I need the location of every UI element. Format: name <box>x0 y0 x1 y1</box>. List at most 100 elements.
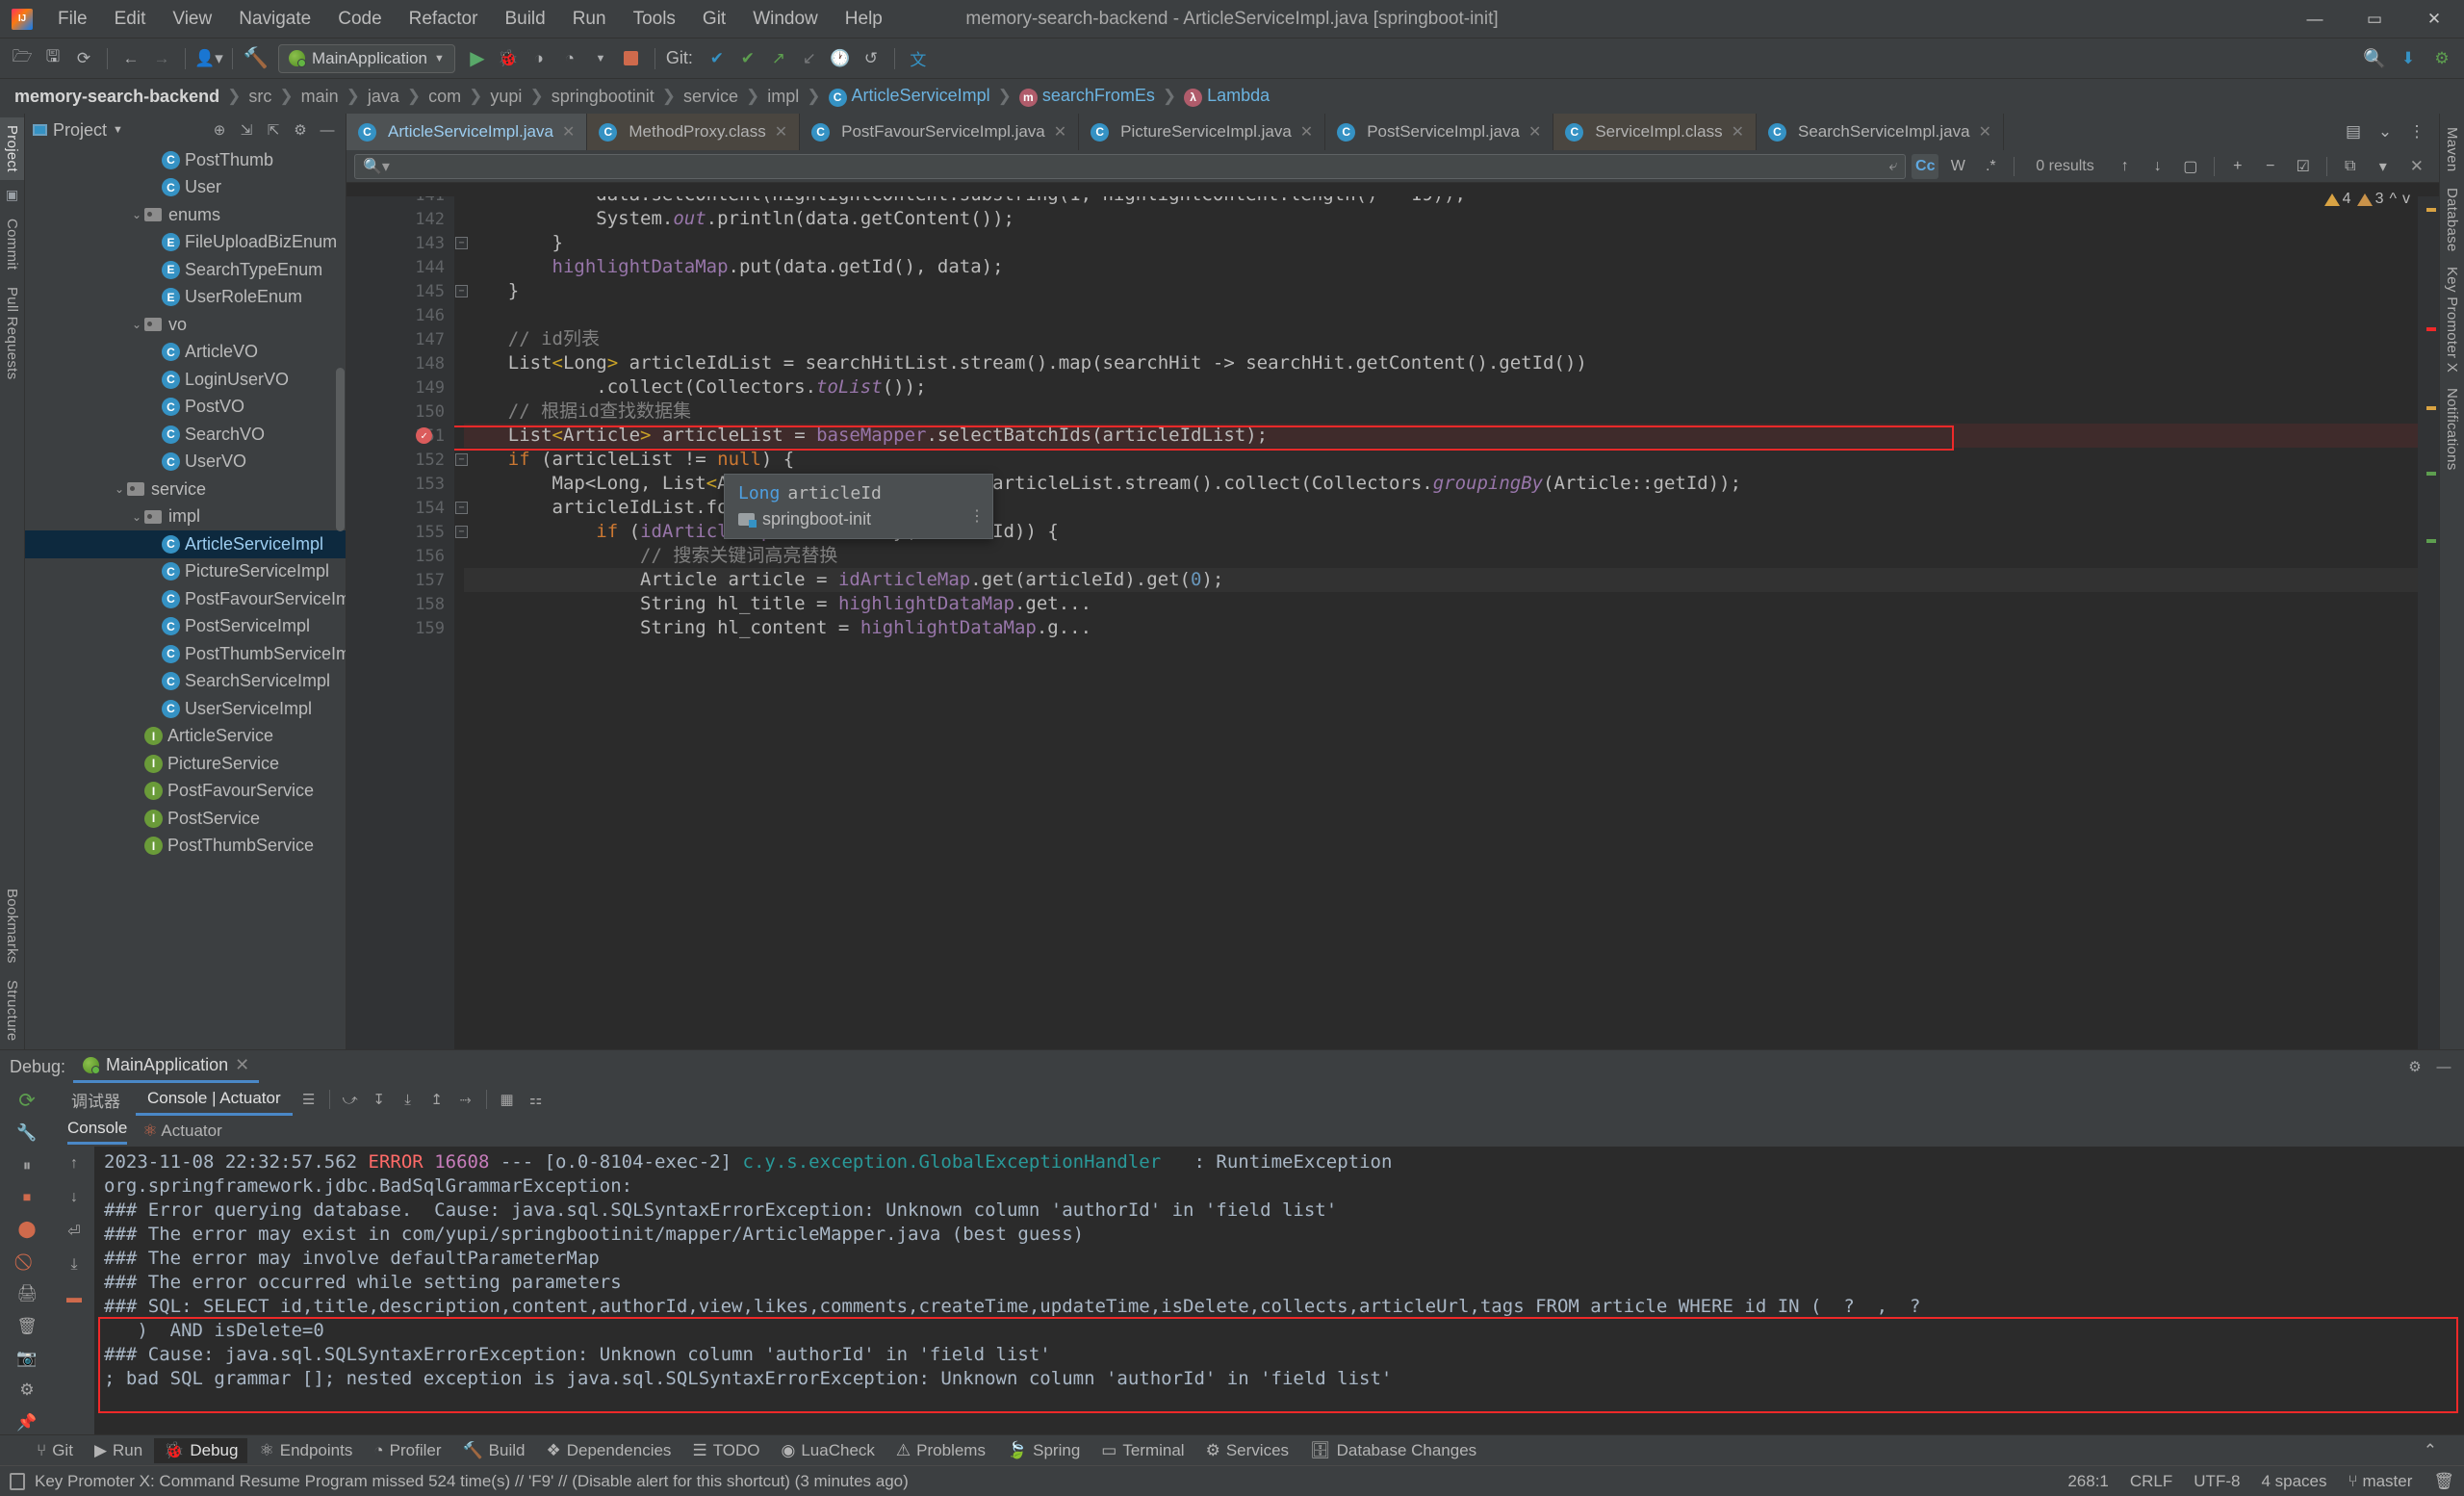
line-number[interactable]: 147 <box>346 327 454 351</box>
code-line[interactable]: } <box>464 279 2418 303</box>
hide-panel-icon[interactable]: — <box>2433 1056 2454 1077</box>
breakpoint-icon[interactable]: ✓ <box>416 427 432 444</box>
collapse-all-icon[interactable]: ⇱ <box>263 119 284 141</box>
code-line[interactable]: // 搜索关键词高亮替换 <box>464 544 2418 568</box>
scroll-down-icon[interactable]: ↓ <box>61 1184 88 1211</box>
tool-window-build[interactable]: 🔨 Build <box>453 1438 535 1463</box>
step-out-icon[interactable]: ↥ <box>424 1087 449 1112</box>
close-icon[interactable]: ✕ <box>1054 122 1066 142</box>
tree-item-userserviceimpl[interactable]: C UserServiceImpl <box>25 695 346 723</box>
evaluate-expression-icon[interactable]: ▦ <box>495 1087 520 1112</box>
find-input-wrapper[interactable]: 🔍▾ ⤶ <box>354 153 1907 179</box>
memory-indicator-icon[interactable]: 🗑 <box>2433 1472 2454 1491</box>
run-configuration-selector[interactable]: MainApplication ▼ <box>278 43 455 73</box>
breadcrumb-src[interactable]: src <box>244 87 276 107</box>
line-number[interactable]: 155− <box>346 520 468 544</box>
tree-item-searchvo[interactable]: C SearchVO <box>25 421 346 449</box>
save-icon[interactable]: 🖫 <box>38 44 67 73</box>
project-tree[interactable]: C PostThumb C User ⌄ enums E FileUploadBizEnum E… <box>25 146 346 1049</box>
step-over-icon[interactable]: ⤻ <box>338 1087 363 1112</box>
line-number[interactable]: 142 <box>346 207 454 231</box>
chevron-down-icon[interactable]: ⌄ <box>112 482 127 496</box>
tree-item-postvo[interactable]: C PostVO <box>25 394 346 422</box>
tool-window-services[interactable]: ⚙ Services <box>1196 1438 1298 1463</box>
caret-position[interactable]: 268:1 <box>2067 1472 2109 1491</box>
close-icon[interactable]: ✕ <box>1732 122 1744 142</box>
stop-icon[interactable] <box>617 44 646 73</box>
settings-gear-icon[interactable]: ⚙ <box>2404 1056 2426 1077</box>
tree-item-service[interactable]: ⌄ service <box>25 476 346 503</box>
console-output[interactable]: 2023-11-08 22:32:57.562 ERROR 16608 --- … <box>94 1147 2464 1434</box>
menu-view[interactable]: View <box>159 5 225 34</box>
debugger-value-tooltip[interactable]: Long articleId springboot-init ⋮ <box>724 474 993 539</box>
next-match-icon[interactable]: ↓ <box>2144 154 2171 179</box>
warning-count[interactable]: 4 <box>2323 191 2351 208</box>
forward-arrow-icon[interactable]: → <box>147 44 176 73</box>
scroll-up-icon[interactable]: ↑ <box>61 1150 88 1177</box>
editor-tab-methodproxy-class[interactable]: C MethodProxy.class ✕ <box>587 114 801 150</box>
print-icon[interactable]: 🖨 <box>13 1282 41 1305</box>
breadcrumb-com[interactable]: com <box>424 87 466 107</box>
editor-options-icon[interactable]: ⋮ <box>2402 117 2431 146</box>
profile-icon[interactable]: 👤▾ <box>194 44 223 73</box>
structure-square-icon[interactable]: ▣ <box>3 186 22 205</box>
sidebar-item-database[interactable]: Database <box>2440 180 2464 260</box>
git-update-icon[interactable]: ✔ <box>703 44 732 73</box>
tree-item-user[interactable]: C User <box>25 174 346 202</box>
close-icon[interactable]: ✕ <box>235 1055 249 1075</box>
tool-window-spring[interactable]: 🍃 Spring <box>997 1438 1090 1463</box>
menu-help[interactable]: Help <box>832 5 896 34</box>
editor-tab-pictureserviceimpl-java[interactable]: C PictureServiceImpl.java ✕ <box>1079 114 1326 150</box>
regex-toggle[interactable]: .* <box>1977 154 2004 179</box>
line-number[interactable]: 154− <box>346 496 468 520</box>
breadcrumb-root[interactable]: memory-search-backend <box>10 87 224 107</box>
close-icon[interactable]: ✕ <box>2404 0 2464 39</box>
editor-tab-postfavourserviceimpl-java[interactable]: C PostFavourServiceImpl.java ✕ <box>800 114 1080 150</box>
editor-tab-searchserviceimpl-java[interactable]: C SearchServiceImpl.java ✕ <box>1757 114 2004 150</box>
tree-item-postserviceimpl[interactable]: C PostServiceImpl <box>25 613 346 641</box>
split-editor-icon[interactable]: ▤ <box>2339 117 2368 146</box>
run-coverage-icon[interactable]: ◑ <box>525 44 553 73</box>
breadcrumb-impl[interactable]: impl <box>762 87 804 107</box>
code-text[interactable]: data.setContent(highlightContent.substri… <box>454 183 2418 1049</box>
menu-code[interactable]: Code <box>324 5 395 34</box>
add-selection-icon[interactable]: + <box>2224 154 2251 179</box>
line-separator[interactable]: CRLF <box>2130 1472 2172 1491</box>
git-pull-icon[interactable]: ↙ <box>795 44 824 73</box>
chevron-down-icon[interactable]: ⌄ <box>129 510 144 524</box>
debug-session-tab[interactable]: MainApplication ✕ <box>73 1050 260 1083</box>
tool-window-problems[interactable]: ⚠ Problems <box>886 1438 995 1463</box>
filter-icon[interactable]: ⧉ <box>2337 154 2364 179</box>
tree-item-searchtypeenum[interactable]: E SearchTypeEnum <box>25 256 346 284</box>
line-number[interactable]: 143− <box>346 231 468 255</box>
layout-settings-icon[interactable]: ☰ <box>296 1087 321 1112</box>
breadcrumb-class[interactable]: C ArticleServiceImpl <box>824 86 995 107</box>
line-number[interactable]: 153 <box>346 472 454 496</box>
tool-window-profiler[interactable]: ◔ Profiler <box>364 1438 450 1463</box>
breadcrumb-springbootinit[interactable]: springbootinit <box>547 87 659 107</box>
find-options-icon[interactable]: ▾ <box>2370 154 2397 179</box>
menu-run[interactable]: Run <box>559 5 620 34</box>
search-history-icon[interactable]: ⤶ <box>1888 158 1897 175</box>
tree-item-pictureserviceimpl[interactable]: C PictureServiceImpl <box>25 558 346 586</box>
mute-breakpoints-icon[interactable]: ⃠ <box>13 1251 41 1274</box>
chevron-down-icon[interactable]: ⌄ <box>129 208 144 221</box>
force-step-into-icon[interactable]: ⤓ <box>396 1087 421 1112</box>
git-push-icon[interactable]: ↗ <box>764 44 793 73</box>
git-rollback-icon[interactable]: ↺ <box>857 44 886 73</box>
tree-item-impl[interactable]: ⌄ impl <box>25 503 346 531</box>
code-line[interactable]: String hl_title = highlightDataMap.get..… <box>464 592 2418 616</box>
code-line[interactable] <box>464 303 2418 327</box>
step-into-icon[interactable]: ↧ <box>367 1087 392 1112</box>
code-line[interactable]: Article article = idArticleMap.get(artic… <box>464 568 2418 592</box>
git-branch[interactable]: ⑂ master <box>2348 1472 2413 1491</box>
line-number[interactable]: 157 <box>346 568 454 592</box>
view-breakpoints-icon[interactable]: ⬤ <box>13 1218 41 1241</box>
code-line[interactable]: .collect(Collectors.toList()); <box>464 375 2418 400</box>
ide-update-icon[interactable]: ⬇ <box>2394 44 2423 73</box>
tree-item-searchserviceimpl[interactable]: C SearchServiceImpl <box>25 668 346 696</box>
minimize-icon[interactable]: — <box>2285 0 2345 39</box>
line-number[interactable]: 144 <box>346 255 454 279</box>
tree-item-postthumbservice[interactable]: I PostThumbService <box>25 833 346 861</box>
sidebar-item-maven[interactable]: Maven <box>2440 119 2464 180</box>
